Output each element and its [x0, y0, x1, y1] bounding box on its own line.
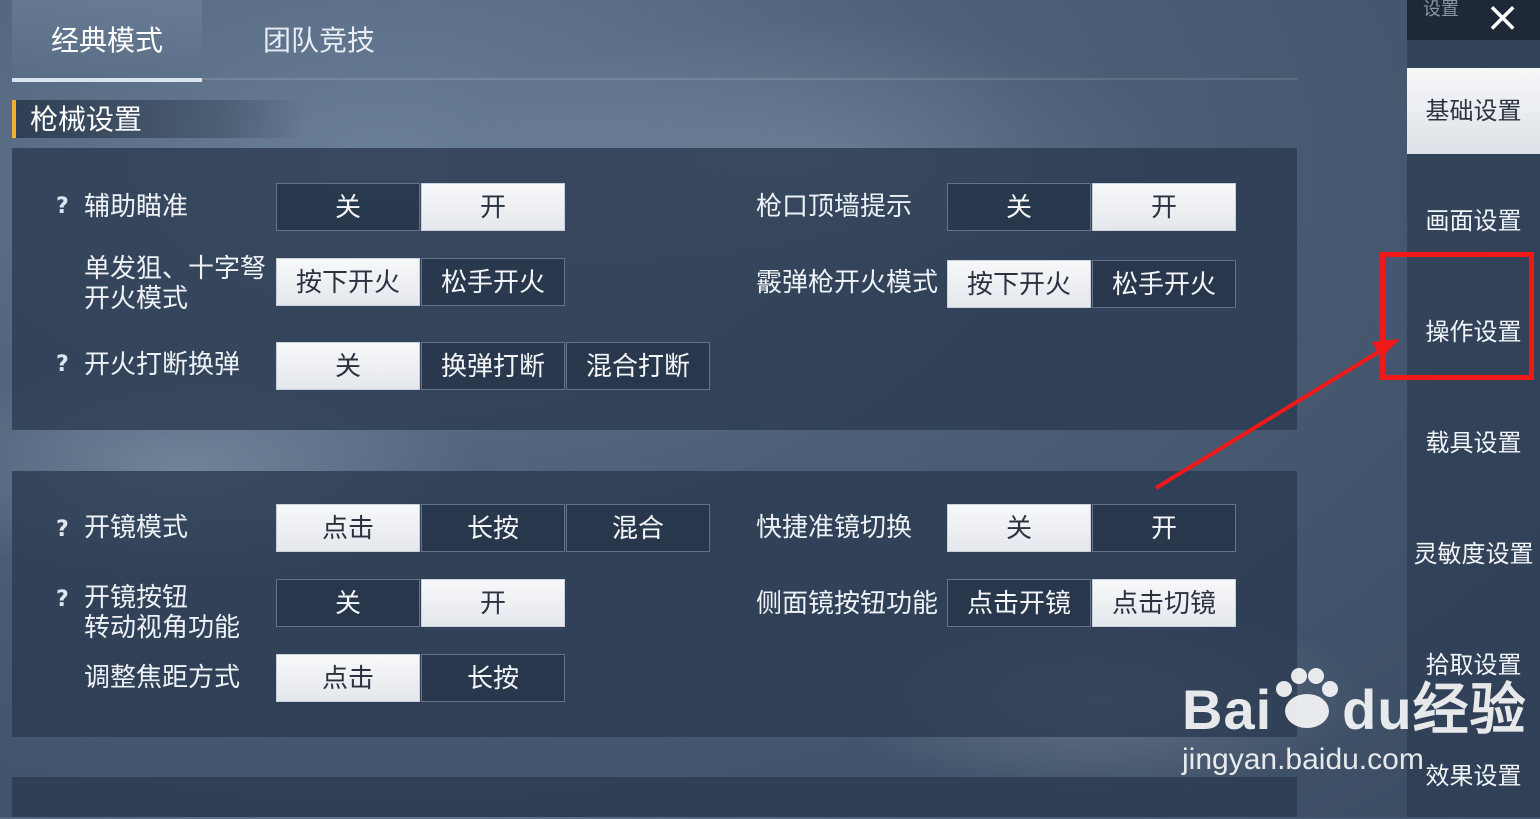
watermark-brand-right: 经验 [1412, 678, 1527, 741]
baidu-jingyan-watermark: Bai du经验 jingyan.baidu.com [1182, 665, 1527, 776]
watermark-url: jingyan.baidu.com [1182, 743, 1424, 776]
watermark-brand-left: Bai [1182, 678, 1273, 741]
watermark-brand-mid: du [1342, 678, 1413, 741]
paw-logo-icon [1272, 667, 1342, 733]
